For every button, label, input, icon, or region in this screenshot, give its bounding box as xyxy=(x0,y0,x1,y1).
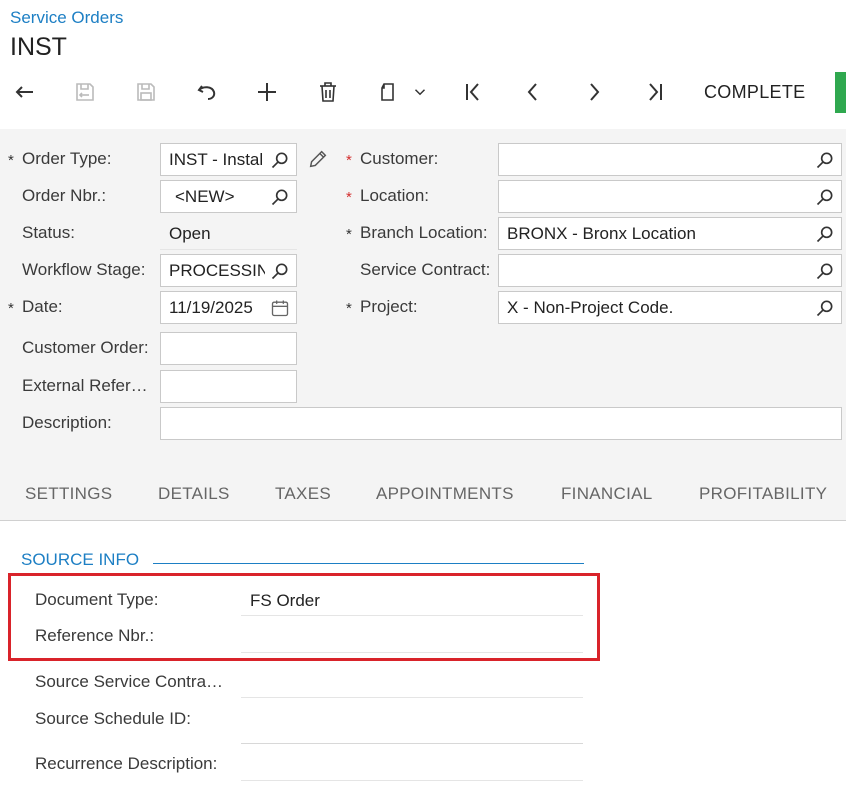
search-icon[interactable] xyxy=(815,261,835,281)
chevron-down-icon xyxy=(414,89,426,96)
chevron-left-icon xyxy=(527,83,537,101)
tab-details[interactable]: DETAILS xyxy=(158,484,230,504)
section-divider xyxy=(153,563,584,564)
first-record-button[interactable] xyxy=(453,70,493,114)
date-field[interactable]: 11/19/2025 xyxy=(160,291,297,324)
edit-pencil-icon[interactable] xyxy=(307,148,329,170)
workflow-stage-value: PROCESSIN xyxy=(169,261,265,280)
plus-icon xyxy=(258,83,276,101)
tab-settings[interactable]: SETTINGS xyxy=(25,484,112,504)
branch-location-field[interactable]: BRONX - Bronx Location xyxy=(498,217,842,250)
project-value: X - Non-Project Code. xyxy=(507,298,674,317)
search-icon[interactable] xyxy=(815,298,835,318)
search-icon[interactable] xyxy=(815,224,835,244)
order-nbr-value: <NEW> xyxy=(175,187,235,206)
calendar-icon[interactable] xyxy=(270,298,290,318)
divider xyxy=(241,780,583,781)
description-label: Description: xyxy=(22,413,112,432)
order-type-field[interactable]: INST - Instal xyxy=(160,143,297,176)
customer-label: Customer: xyxy=(360,149,439,168)
search-icon[interactable] xyxy=(270,261,290,281)
save-and-close-button[interactable] xyxy=(65,70,105,114)
branch-location-label: Branch Location: xyxy=(360,223,488,242)
tab-bar: SETTINGS DETAILS TAXES APPOINTMENTS FINA… xyxy=(0,470,846,521)
trash-icon xyxy=(320,82,336,102)
customer-field[interactable] xyxy=(498,143,842,176)
status-value: Open xyxy=(169,224,211,243)
required-marker: * xyxy=(8,152,14,169)
date-value: 11/19/2025 xyxy=(169,298,253,317)
action-indicator[interactable] xyxy=(835,72,846,113)
tab-profitability[interactable]: PROFITABILITY xyxy=(699,484,827,504)
required-marker: * xyxy=(346,152,352,169)
last-icon xyxy=(649,83,662,101)
required-marker: * xyxy=(346,300,352,317)
location-label: Location: xyxy=(360,186,429,205)
external-ref-label: External Refer… xyxy=(22,376,148,395)
required-marker: * xyxy=(8,300,14,317)
last-record-button[interactable] xyxy=(635,70,675,114)
tab-appointments[interactable]: APPOINTMENTS xyxy=(376,484,514,504)
save-icon xyxy=(137,83,155,101)
back-button[interactable] xyxy=(5,70,45,114)
service-contract-field[interactable] xyxy=(498,254,842,287)
external-ref-field[interactable] xyxy=(160,370,297,403)
recurrence-description-label: Recurrence Description: xyxy=(35,754,218,773)
cancel-button[interactable] xyxy=(187,70,227,114)
project-label: Project: xyxy=(360,297,418,316)
order-type-value: INST - Instal xyxy=(169,150,264,169)
divider xyxy=(160,249,297,250)
search-icon[interactable] xyxy=(270,150,290,170)
chevron-right-icon xyxy=(590,83,600,101)
complete-button[interactable]: COMPLETE xyxy=(704,70,805,114)
undo-icon xyxy=(197,85,216,100)
order-nbr-label: Order Nbr.: xyxy=(22,186,107,205)
page-title: INST xyxy=(10,33,67,61)
next-record-button[interactable] xyxy=(574,70,614,114)
source-service-contract-label: Source Service Contra… xyxy=(35,672,224,691)
first-icon xyxy=(466,83,479,101)
copy-paste-dropdown[interactable] xyxy=(402,70,438,114)
section-title: SOURCE INFO xyxy=(21,550,140,569)
previous-record-button[interactable] xyxy=(513,70,553,114)
save-close-icon xyxy=(76,83,94,101)
breadcrumb[interactable]: Service Orders xyxy=(10,8,123,28)
workflow-stage-field[interactable]: PROCESSIN xyxy=(160,254,297,287)
customer-order-label: Customer Order: xyxy=(22,338,149,357)
description-field[interactable] xyxy=(160,407,842,440)
location-field[interactable] xyxy=(498,180,842,213)
header-form: * Order Type: INST - Instal Order Nbr.: … xyxy=(0,129,846,520)
back-arrow-icon xyxy=(15,86,33,98)
required-marker: * xyxy=(346,189,352,206)
delete-button[interactable] xyxy=(308,70,348,114)
project-field[interactable]: X - Non-Project Code. xyxy=(498,291,842,324)
tab-financial[interactable]: FINANCIAL xyxy=(561,484,653,504)
service-contract-label: Service Contract: xyxy=(360,260,491,279)
branch-location-value: BRONX - Bronx Location xyxy=(507,224,696,243)
workflow-stage-label: Workflow Stage: xyxy=(22,260,146,279)
add-button[interactable] xyxy=(247,70,287,114)
save-button[interactable] xyxy=(126,70,166,114)
source-schedule-id-label: Source Schedule ID: xyxy=(35,709,191,728)
date-label: Date: xyxy=(22,297,63,316)
clipboard-icon xyxy=(381,83,394,101)
search-icon[interactable] xyxy=(815,150,835,170)
order-nbr-field[interactable]: <NEW> xyxy=(160,180,297,213)
required-marker: * xyxy=(346,226,352,243)
search-icon[interactable] xyxy=(270,187,290,207)
tab-taxes[interactable]: TAXES xyxy=(275,484,331,504)
highlight-box xyxy=(8,573,600,661)
search-icon[interactable] xyxy=(815,187,835,207)
customer-order-field[interactable] xyxy=(160,332,297,365)
divider xyxy=(241,743,583,744)
status-label: Status: xyxy=(22,223,75,242)
toolbar: COMPLETE xyxy=(0,70,846,114)
order-type-label: Order Type: xyxy=(22,149,112,168)
divider xyxy=(241,697,583,698)
